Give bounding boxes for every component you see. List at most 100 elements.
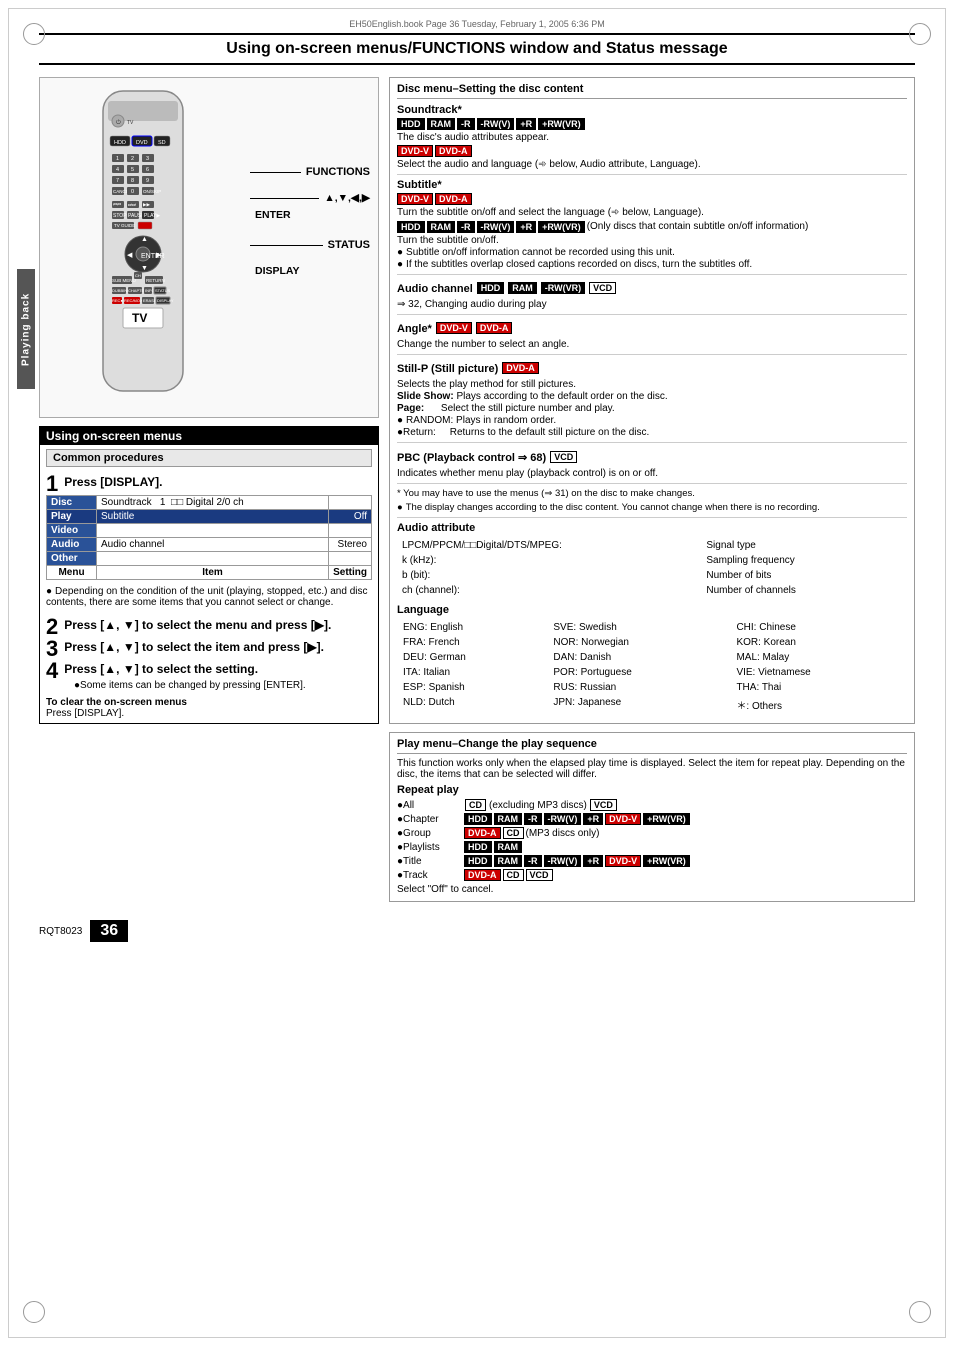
step-2-text: Press [▲, ▼] to select the menu and pres… <box>64 616 372 632</box>
soundtrack-badges-2: DVD-V DVD-A <box>397 145 907 157</box>
footnote-1: * You may have to use the menus (⇒ 31) o… <box>397 488 907 499</box>
clear-note: To clear the on-screen menus Press [DISP… <box>46 697 372 719</box>
badge-hdd-tl: HDD <box>464 855 492 867</box>
repeat-track-label: ●Track <box>397 870 462 881</box>
using-onscreen-menus-section: Using on-screen menus Common procedures … <box>39 426 379 724</box>
note-step1: Depending on the condition of the unit (… <box>46 586 372 608</box>
setting-cell-soundtrack <box>329 496 372 510</box>
badge-hdd-pl: HDD <box>464 841 492 853</box>
pbc-row: PBC (Playback control ⇒ 68) VCD <box>397 447 907 466</box>
status-label-item: STATUS <box>250 239 370 251</box>
badge-dvda-tr: DVD-A <box>464 869 501 881</box>
footer-menu: Menu <box>47 566 97 580</box>
badge-dvda-2: DVD-A <box>435 193 472 205</box>
item-cell-other <box>97 552 329 566</box>
lang-tha: THA: Thai <box>732 681 905 694</box>
repeat-track-row: ●Track DVD-A CD VCD <box>397 869 907 881</box>
lang-por: POR: Portuguese <box>549 666 730 679</box>
lang-chi: CHI: Chinese <box>732 621 905 634</box>
table-footer-row: Menu Item Setting <box>47 566 372 580</box>
common-procedures-title: Common procedures <box>46 449 372 467</box>
attr-left-1: LPCM/PPCM/□□Digital/DTS/MPEG: <box>399 539 701 552</box>
svg-text:RETURN: RETURN <box>146 278 165 283</box>
step-4-num: 4 <box>46 660 58 682</box>
svg-text:0: 0 <box>131 189 134 195</box>
badge-hdd-2: HDD <box>397 221 425 233</box>
attr-left-4: ch (channel): <box>399 584 701 597</box>
step-3-text: Press [▲, ▼] to select the item and pres… <box>64 638 372 654</box>
repeat-all-extra: (excluding MP3 discs) <box>489 800 587 811</box>
playing-back-sidebar: Playing back <box>17 269 35 389</box>
svg-text:SD: SD <box>158 140 166 146</box>
functions-label-line <box>250 172 301 173</box>
badge-cd-grp: CD <box>503 827 524 839</box>
attr-right-4: Number of channels <box>703 584 905 597</box>
attr-row-2: k (kHz): Sampling frequency <box>399 554 905 567</box>
page-number: 36 <box>90 920 128 942</box>
menu-cell-audio: Audio <box>47 538 97 552</box>
svg-text:CH: CH <box>135 273 141 278</box>
repeat-title-row: ●Title HDD RAM -R -RW(V) +R DVD-V +RW(VR… <box>397 855 907 867</box>
badge-rw-ch: -RW(V) <box>544 813 582 825</box>
lang-row-6: NLD: Dutch JPN: Japanese ＊: Others <box>399 696 905 713</box>
badge-dvdv-2: DVD-V <box>397 193 433 205</box>
lang-ita: ITA: Italian <box>399 666 547 679</box>
badge-plus-r-ch: +R <box>583 813 603 825</box>
lang-other: ＊: Others <box>732 696 905 713</box>
soundtrack-text2: Select the audio and language (➾ below, … <box>397 159 907 170</box>
table-row-play: Play Subtitle Off <box>47 510 372 524</box>
corner-decoration-br <box>909 1301 931 1323</box>
svg-text:7: 7 <box>116 178 119 184</box>
svg-text:ERASE: ERASE <box>143 298 157 303</box>
svg-text:STATUS: STATUS <box>155 288 171 293</box>
step-4-note: ●Some items can be changed by pressing [… <box>74 680 372 691</box>
lang-dan: DAN: Danish <box>549 651 730 664</box>
menu-cell-video: Video <box>47 524 97 538</box>
arrows-label-text: ▲,▼,◀,▶ <box>324 192 370 204</box>
disc-menu-title: Disc menu–Setting the disc content <box>397 83 907 99</box>
badge-plus-rw-ch: +RW(VR) <box>643 813 690 825</box>
svg-text:◀: ◀ <box>127 252 133 259</box>
functions-label-item: FUNCTIONS <box>250 166 370 178</box>
still-p-title: Still-P (Still picture) <box>397 363 498 375</box>
svg-text:TV: TV <box>127 120 134 126</box>
lang-mal: MAL: Malay <box>732 651 905 664</box>
play-menu-section: Play menu–Change the play sequence This … <box>389 732 915 902</box>
item-cell-subtitle: Subtitle <box>97 510 329 524</box>
footnote-2: The display changes according to the dis… <box>397 502 907 513</box>
svg-text:6: 6 <box>146 167 149 173</box>
page-title: Using on-screen menus/FUNCTIONS window a… <box>39 33 915 65</box>
badge-rw-2: -RW(V) <box>477 221 515 233</box>
language-table: ENG: English SVE: Swedish CHI: Chinese F… <box>397 619 907 715</box>
lang-row-3: DEU: German DAN: Danish MAL: Malay <box>399 651 905 664</box>
step-2-num: 2 <box>46 616 58 638</box>
badge-plus-r-2: +R <box>516 221 536 233</box>
subtitle-bullet2: If the subtitles overlap closed captions… <box>397 259 907 270</box>
badge-cd-1: CD <box>465 799 486 811</box>
lang-row-5: ESP: Spanish RUS: Russian THA: Thai <box>399 681 905 694</box>
lang-nor: NOR: Norwegian <box>549 636 730 649</box>
svg-text:DVD: DVD <box>136 140 148 146</box>
badge-hdd-ch: HDD <box>464 813 492 825</box>
badge-r-1: -R <box>457 118 475 130</box>
doc-code: RQT8023 <box>39 926 82 937</box>
svg-text:TV: TV <box>132 311 147 325</box>
step-3: 3 Press [▲, ▼] to select the item and pr… <box>46 638 372 654</box>
svg-text:9: 9 <box>146 178 149 184</box>
lang-deu: DEU: German <box>399 651 547 664</box>
lang-row-1: ENG: English SVE: Swedish CHI: Chinese <box>399 621 905 634</box>
page-footer: RQT8023 36 <box>19 920 935 942</box>
svg-text:▶▶: ▶▶ <box>143 202 150 207</box>
angle-row: Angle* DVD-V DVD-A <box>397 319 907 337</box>
subtitle-title: Subtitle* <box>397 179 907 191</box>
footer-setting: Setting <box>329 566 372 580</box>
badge-plus-r-tl: +R <box>583 855 603 867</box>
arrows-label-line <box>250 198 319 199</box>
item-cell-soundtrack: Soundtrack 1 □□ Digital 2/0 ch <box>97 496 329 510</box>
step-4: 4 Press [▲, ▼] to select the setting. ●S… <box>46 660 372 691</box>
footer-item: Item <box>97 566 329 580</box>
badge-rw-1: -RW(V) <box>477 118 515 130</box>
right-column: Disc menu–Setting the disc content Sound… <box>389 77 915 910</box>
lang-nld: NLD: Dutch <box>399 696 547 713</box>
menu-cell-disc: Disc <box>47 496 97 510</box>
